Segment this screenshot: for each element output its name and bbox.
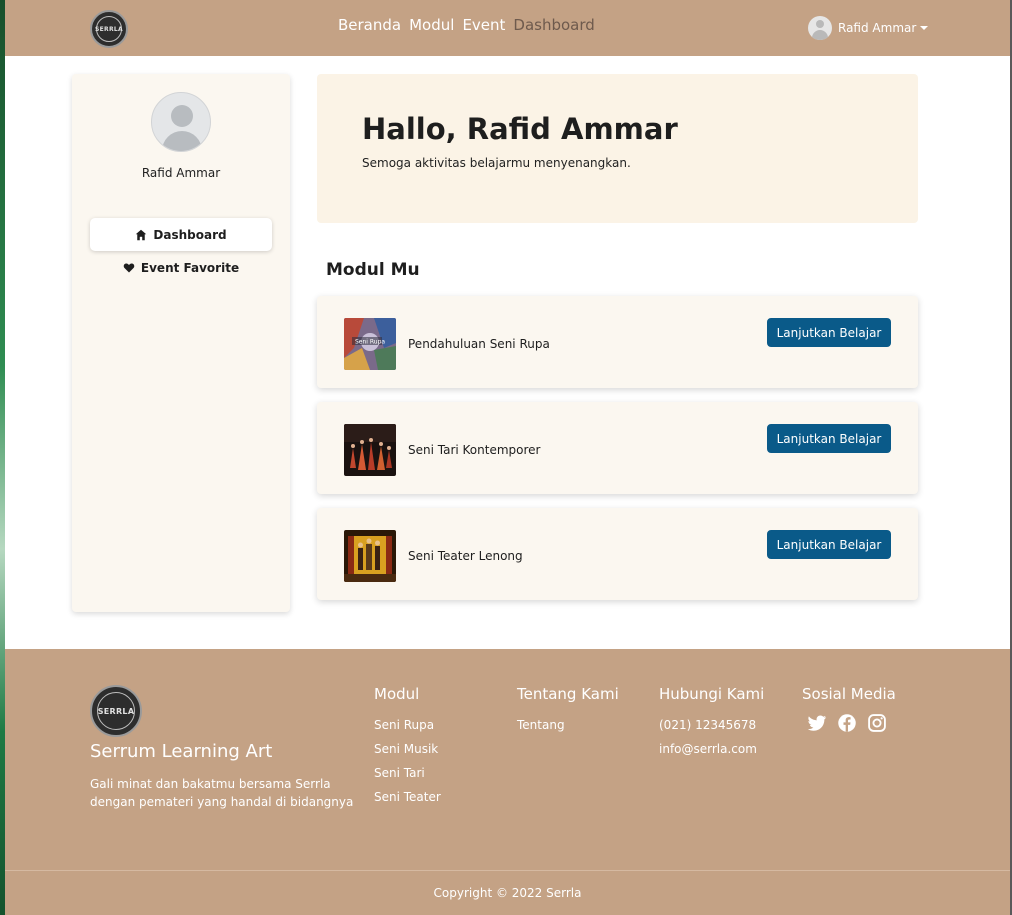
brand-name: Serrum Learning Art [90,741,273,762]
avatar [808,16,832,40]
footer: SERRLA Serrum Learning Art Gali minat da… [5,649,1010,915]
module-card: Seni Teater Lenong Lanjutkan Belajar [317,508,918,600]
footer-link-seni-tari[interactable]: Seni Tari [374,761,441,785]
home-icon [136,229,147,240]
footer-divider [5,870,1010,871]
footer-phone[interactable]: (021) 12345678 [659,713,764,737]
nav-link-dashboard[interactable]: Dashboard [513,16,594,34]
serrla-logo[interactable]: SERRLA [90,685,142,737]
navbar: SERRLA Beranda Modul Event Dashboard Raf… [5,0,1010,56]
twitter-icon[interactable] [807,713,827,733]
user-menu-dropdown[interactable]: Rafid Ammar [808,16,929,40]
logo-text: SERRLA [95,25,123,33]
footer-heading: Hubungi Kami [659,685,765,703]
footer-heading: Sosial Media [802,685,896,703]
sidebar-item-label: Dashboard [153,227,227,242]
sidebar-item-label: Event Favorite [140,260,240,275]
footer-link-seni-teater[interactable]: Seni Teater [374,785,441,809]
footer-column-modul: Modul Seni Rupa Seni Musik Seni Tari Sen… [374,685,441,809]
footer-heading: Modul [374,685,420,703]
nav-links: Beranda Modul Event Dashboard [338,16,595,34]
instagram-icon[interactable] [867,713,887,733]
module-thumbnail [344,530,396,582]
footer-email[interactable]: info@serrla.com [659,737,764,761]
facebook-icon[interactable] [837,713,857,733]
footer-link-seni-rupa[interactable]: Seni Rupa [374,713,441,737]
module-title: Seni Tari Kontemporer [408,443,541,457]
module-title: Pendahuluan Seni Rupa [408,337,550,351]
welcome-subtitle: Semoga aktivitas belajarmu menyenangkan. [362,156,631,170]
profile-avatar [151,92,211,152]
footer-column-kontak: Hubungi Kami (021) 12345678 info@serrla.… [659,685,764,761]
thumb-caption: Seni Rupa [355,339,385,346]
welcome-banner: Hallo, Rafid Ammar Semoga aktivitas bela… [317,74,918,223]
logo-ring: SERRLA [97,692,135,730]
footer-link-seni-musik[interactable]: Seni Musik [374,737,441,761]
logo-ring: SERRLA [95,16,123,42]
module-thumbnail: Seni Rupa [344,318,396,370]
brand-description: Gali minat dan bakatmu bersama Serrla de… [90,777,354,809]
page-title: Hallo, Rafid Ammar [362,112,678,146]
module-thumbnail [344,424,396,476]
footer-heading: Tentang Kami [517,685,619,703]
caret-down-icon [920,26,929,30]
heart-icon [123,263,135,272]
copyright-text: Copyright © 2022 Serrla [433,886,582,900]
nav-link-beranda[interactable]: Beranda [338,16,401,34]
continue-learning-button[interactable]: Lanjutkan Belajar [767,424,891,453]
sidebar: Rafid Ammar Dashboard Event Favorite [72,74,290,612]
module-card: Seni Tari Kontemporer Lanjutkan Belajar [317,402,918,494]
module-title: Seni Teater Lenong [408,549,523,563]
footer-column-sosial: Sosial Media [802,685,896,733]
module-card: Seni Rupa Pendahuluan Seni Rupa Lanjutka… [317,296,918,388]
user-name: Rafid Ammar [838,21,917,35]
continue-learning-button[interactable]: Lanjutkan Belajar [767,318,891,347]
section-title: Modul Mu [326,260,420,280]
profile-name: Rafid Ammar [141,166,221,180]
continue-learning-button[interactable]: Lanjutkan Belajar [767,530,891,559]
nav-link-event[interactable]: Event [462,16,505,34]
footer-column-tentang: Tentang Kami Tentang [517,685,619,737]
logo-text: SERRLA [97,706,135,716]
sidebar-item-dashboard[interactable]: Dashboard [90,218,272,251]
footer-link-tentang[interactable]: Tentang [517,713,619,737]
serrla-logo[interactable]: SERRLA [90,10,128,48]
page: SERRLA Beranda Modul Event Dashboard Raf… [5,0,1010,915]
sidebar-item-event-favorite[interactable]: Event Favorite [90,251,272,284]
nav-link-modul[interactable]: Modul [409,16,454,34]
social-icons [807,713,896,733]
